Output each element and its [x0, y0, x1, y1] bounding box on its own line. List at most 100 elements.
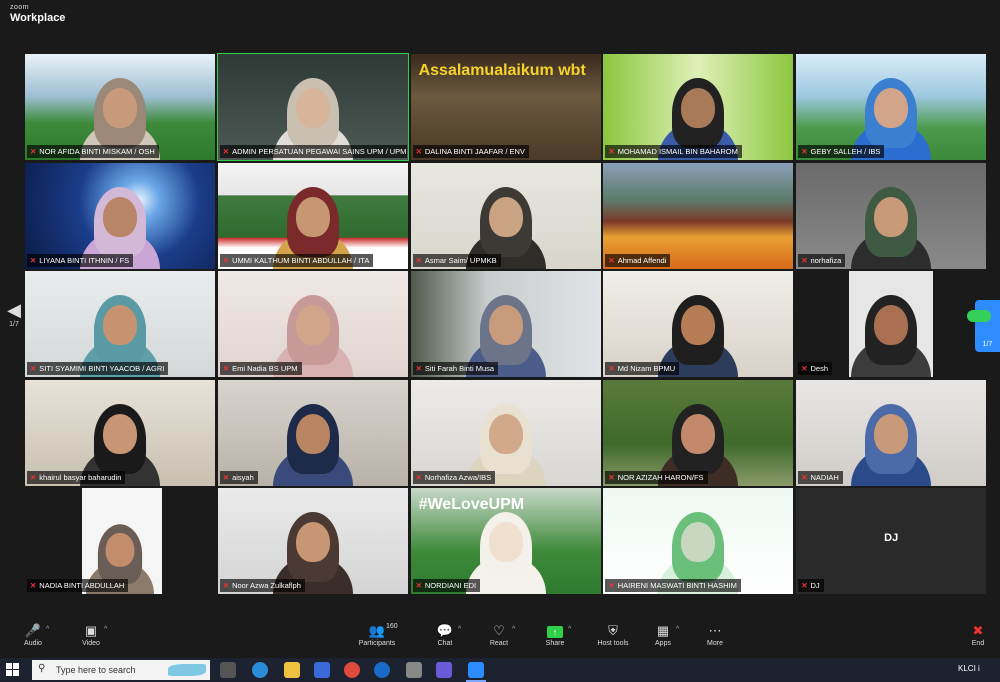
video-tile[interactable]: ✕ Emi Nadia BS UPM: [217, 271, 408, 378]
video-tile[interactable]: ✕ SITI SYAMIMI BINTI YAACOB / AGRI: [25, 271, 215, 378]
video-tile[interactable]: ✕ NOR AZIZAH HARON/FS: [603, 379, 794, 486]
page-indicator-left: 1/7: [9, 321, 19, 328]
participant-name: NOR AZIZAH HARON/FS: [617, 472, 704, 482]
app-icon[interactable]: [374, 662, 390, 678]
chevron-up-icon[interactable]: ^: [676, 626, 679, 633]
participant-name: HAIRENI MASWATI BINTI HASHIM: [617, 581, 737, 591]
muted-mic-icon: ✕: [608, 472, 615, 482]
video-tile[interactable]: ✕ HAIRENI MASWATI BINTI HASHIM: [603, 488, 794, 595]
task-view-icon[interactable]: [220, 662, 236, 678]
zoom-icon[interactable]: [468, 662, 484, 678]
share-screen-icon: ↑: [547, 626, 563, 638]
video-tile[interactable]: ✕ NADIA BINTI ABDULLAH: [25, 488, 215, 595]
taskbar-search-box[interactable]: ⚲ Type here to search: [32, 660, 210, 680]
video-tile[interactable]: ✕ Siti Farah Binti Musa: [410, 271, 601, 378]
chat-label: Chat: [437, 640, 453, 647]
video-tile[interactable]: ✕ Md Nizam BPMU: [603, 271, 794, 378]
chevron-up-icon[interactable]: ^: [568, 626, 571, 633]
windows-taskbar: ⚲ Type here to search KLCI i: [0, 658, 1000, 682]
participant-name-label: ✕ NORDIANI EDI: [412, 579, 481, 593]
participants-label: Participants: [358, 640, 396, 647]
muted-mic-icon: ✕: [30, 581, 37, 591]
video-tile[interactable]: ✕ Noor Azwa Zulkaflph: [217, 488, 408, 595]
video-tile[interactable]: ✕ Asmar Saim/ UPMKB: [410, 162, 601, 269]
chat-bubble-icon: [967, 310, 991, 322]
settings-icon[interactable]: [406, 662, 422, 678]
participant-name-label: ✕ LIYANA BINTI ITHNIN / FS: [27, 253, 134, 267]
video-tile[interactable]: ✕ UMMI KALTHUM BINTI ABDULLAH / ITA: [217, 162, 408, 269]
react-button[interactable]: ♡ React ^: [474, 622, 524, 647]
muted-mic-icon: ✕: [801, 255, 808, 265]
chrome-icon[interactable]: [344, 662, 360, 678]
end-button[interactable]: ✖ End: [956, 622, 1000, 647]
participant-name: aisyah: [232, 472, 254, 482]
chat-icon: 💬: [436, 623, 454, 638]
heart-icon: ♡: [493, 623, 505, 638]
react-label: React: [489, 640, 509, 647]
participant-name-label: ✕ khairul basyar baharudin: [27, 470, 126, 484]
video-tile[interactable]: ✕ Norhafiza Azwa/IBS: [410, 379, 601, 486]
participant-name-label: ✕ DJ: [798, 579, 824, 593]
close-icon: ✖: [972, 623, 984, 638]
video-tile[interactable]: ✕ NOR AFIDA BINTI MISKAM / OSH: [25, 54, 215, 160]
video-tile[interactable]: DJ ✕ DJ: [796, 488, 987, 595]
audio-button[interactable]: 🎤 Audio ^: [8, 622, 58, 647]
video-tile[interactable]: ✕ Ahmad Affendi: [603, 162, 794, 269]
file-explorer-icon[interactable]: [284, 662, 300, 678]
participant-name: MOHAMAD ISMAIL BIN BAHAROM: [617, 147, 738, 156]
chevron-up-icon[interactable]: ^: [104, 626, 107, 633]
participant-name: NOR AFIDA BINTI MISKAM / OSH: [39, 147, 155, 156]
muted-mic-icon: ✕: [415, 255, 422, 265]
store-icon[interactable]: [314, 662, 330, 678]
participant-name-label: ✕ aisyah: [219, 470, 258, 484]
muted-mic-icon: ✕: [222, 147, 230, 156]
more-button[interactable]: ⋯ More: [690, 622, 740, 647]
participant-name-label: ✕ Norhafiza Azwa/IBS: [412, 470, 496, 484]
chat-button[interactable]: 💬 Chat ^: [420, 622, 470, 647]
next-page-button[interactable]: 1/7: [967, 300, 1000, 352]
muted-mic-icon: ✕: [415, 581, 422, 591]
video-label: Video: [82, 640, 100, 647]
participant-name-label: ✕ ADMIN PERSATUAN PEGAWAI SAINS UPM / UPM: [219, 145, 407, 158]
share-button[interactable]: ↑ Share ^: [530, 622, 580, 647]
chevron-up-icon[interactable]: ^: [512, 626, 515, 633]
participant-name-label: ✕ SITI SYAMIMI BINTI YAACOB / AGRI: [27, 362, 169, 376]
page-indicator-right: 1/7: [982, 341, 993, 348]
video-tile[interactable]: ✕ aisyah: [217, 379, 408, 486]
video-tile[interactable]: ✕ norhafiza: [796, 162, 987, 269]
tray-text[interactable]: KLCI i: [958, 664, 980, 673]
edge-browser-icon[interactable]: [252, 662, 268, 678]
participant-name: NADIA BINTI ABDULLAH: [39, 581, 125, 591]
participant-name: Ahmad Affendi: [617, 255, 667, 265]
apps-button[interactable]: ▦ Apps ^: [638, 622, 688, 647]
video-tile[interactable]: ✕ khairul basyar baharudin: [25, 379, 215, 486]
muted-mic-icon: ✕: [415, 147, 422, 156]
video-tile[interactable]: ✕ Desh: [796, 271, 987, 378]
video-tile[interactable]: ✕ GEBY SALLEH / IBS: [796, 54, 987, 160]
participant-name: DALINA BINTI JAAFAR / ENV: [424, 147, 525, 156]
video-tile[interactable]: Assalamualaikum wbt ✕ DALINA BINTI JAAFAR …: [410, 54, 601, 160]
muted-mic-icon: ✕: [30, 255, 37, 265]
windows-start-icon[interactable]: [6, 663, 20, 677]
muted-mic-icon: ✕: [608, 581, 615, 591]
participant-name-label: ✕ NOR AFIDA BINTI MISKAM / OSH: [27, 145, 159, 158]
zoom-logo: zoom: [10, 4, 30, 11]
participant-name-label: ✕ Ahmad Affendi: [605, 253, 671, 267]
chevron-up-icon[interactable]: ^: [458, 626, 461, 633]
participant-name-label: ✕ Md Nizam BPMU: [605, 362, 680, 376]
video-tile[interactable]: ✕ MOHAMAD ISMAIL BIN BAHAROM: [603, 54, 794, 160]
previous-page-button[interactable]: ◀ 1/7: [2, 300, 26, 350]
app-icon[interactable]: [436, 662, 452, 678]
video-tile[interactable]: #WeLoveUPM ✕ NORDIANI EDI: [410, 488, 601, 595]
video-tile[interactable]: ✕ ADMIN PERSATUAN PEGAWAI SAINS UPM / UPM: [216, 53, 409, 161]
participant-name: Asmar Saim/ UPMKB: [424, 255, 497, 265]
participant-name-label: ✕ Asmar Saim/ UPMKB: [412, 253, 501, 267]
video-tile[interactable]: ✕ NADIAH: [796, 379, 987, 486]
host-tools-button[interactable]: ⛨ Host tools: [588, 622, 638, 647]
video-tile[interactable]: ✕ LIYANA BINTI ITHNIN / FS: [25, 162, 215, 269]
muted-mic-icon: ✕: [608, 255, 615, 265]
participants-button[interactable]: 👥 160 Participants: [352, 622, 402, 647]
video-button[interactable]: ▣ Video ^: [66, 622, 116, 647]
muted-mic-icon: ✕: [415, 472, 422, 482]
chevron-up-icon[interactable]: ^: [46, 626, 49, 633]
